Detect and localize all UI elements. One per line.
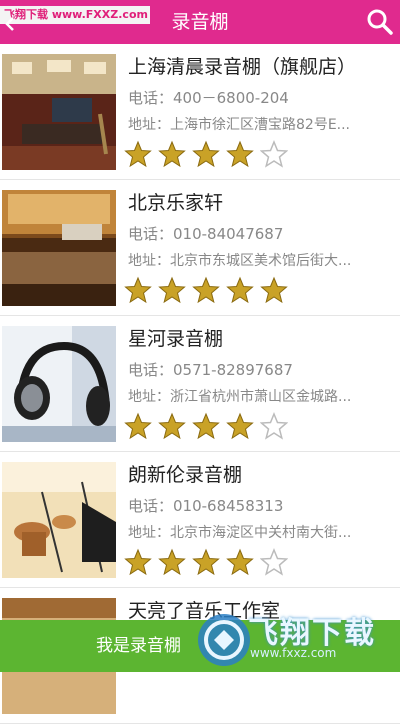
studio-name: 星河录音棚: [128, 328, 224, 350]
star-filled-icon: [124, 276, 152, 304]
studio-photo: [2, 190, 116, 306]
page-title: 录音棚: [171, 11, 229, 33]
star-empty-icon: [260, 412, 288, 440]
star-empty-icon: [260, 548, 288, 576]
star-filled-icon: [124, 548, 152, 576]
star-filled-icon: [192, 548, 220, 576]
studio-photo: [2, 462, 116, 578]
list-item[interactable]: 星河录音棚 电话：0571-82897687 地址：浙江省杭州市萧山区金城路..…: [0, 316, 400, 452]
star-filled-icon: [158, 140, 186, 168]
studio-phone[interactable]: 电话：0571-82897687: [128, 359, 394, 380]
star-filled-icon: [158, 412, 186, 440]
studio-address: 地址：北京市海淀区中关村南大街...: [128, 525, 352, 541]
studio-address: 地址：北京市东城区美术馆后街大...: [128, 253, 352, 269]
star-empty-icon: [260, 140, 288, 168]
studio-phone[interactable]: 电话：010-68458313: [128, 495, 394, 516]
studio-phone[interactable]: 电话：010-84047687: [128, 223, 394, 244]
bottom-action-label: 我是录音棚: [96, 636, 181, 656]
rating-stars: [124, 276, 294, 304]
list-item[interactable]: 北京乐家轩 电话：010-84047687 地址：北京市东城区美术馆后街大...: [0, 180, 400, 316]
rating-stars: [124, 140, 294, 168]
star-filled-icon: [192, 276, 220, 304]
studio-photo: [2, 54, 116, 170]
studio-address: 地址：浙江省杭州市萧山区金城路...: [128, 389, 352, 405]
app-header: 飞翔下载 www.FXXZ.com 录音棚: [0, 0, 400, 44]
studio-name: 北京乐家轩: [128, 192, 224, 214]
star-filled-icon: [226, 412, 254, 440]
list-item[interactable]: 朗新伦录音棚 电话：010-68458313 地址：北京市海淀区中关村南大街..…: [0, 452, 400, 588]
studio-name: 朗新伦录音棚: [128, 464, 243, 486]
star-filled-icon: [158, 276, 186, 304]
rating-stars: [124, 548, 294, 576]
star-filled-icon: [192, 140, 220, 168]
star-filled-icon: [158, 548, 186, 576]
star-filled-icon: [124, 412, 152, 440]
studio-phone[interactable]: 电话：400－6800-204: [128, 87, 394, 108]
star-filled-icon: [124, 140, 152, 168]
star-filled-icon: [226, 548, 254, 576]
studio-address: 地址：上海市徐汇区漕宝路82号E...: [128, 117, 351, 133]
list-item[interactable]: 上海清晨录音棚（旗舰店） 电话：400－6800-204 地址：上海市徐汇区漕宝…: [0, 44, 400, 180]
studio-name: 上海清晨录音棚（旗舰店）: [128, 56, 357, 78]
star-filled-icon: [226, 276, 254, 304]
search-icon[interactable]: [366, 8, 394, 36]
star-filled-icon: [226, 140, 254, 168]
watermark-url: www.fxxz.com: [250, 646, 337, 660]
rating-stars: [124, 412, 294, 440]
star-filled-icon: [192, 412, 220, 440]
studio-photo: [2, 326, 116, 442]
star-filled-icon: [260, 276, 288, 304]
